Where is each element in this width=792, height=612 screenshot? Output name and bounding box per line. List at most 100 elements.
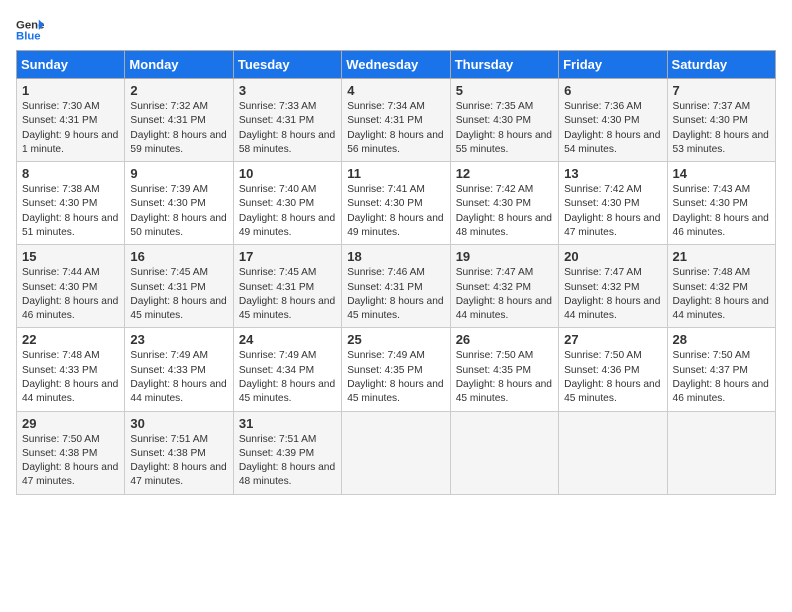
day-number: 31	[239, 416, 336, 431]
day-number: 18	[347, 249, 444, 264]
calendar-cell: 23 Sunrise: 7:49 AM Sunset: 4:33 PM Dayl…	[125, 328, 233, 411]
cell-content: Sunrise: 7:50 AM Sunset: 4:37 PM Dayligh…	[673, 349, 770, 406]
day-number: 22	[22, 332, 119, 347]
calendar-cell: 10 Sunrise: 7:40 AM Sunset: 4:30 PM Dayl…	[233, 162, 341, 245]
calendar-cell: 24 Sunrise: 7:49 AM Sunset: 4:34 PM Dayl…	[233, 328, 341, 411]
cell-content: Sunrise: 7:51 AM Sunset: 4:38 PM Dayligh…	[130, 433, 227, 490]
cell-content: Sunrise: 7:42 AM Sunset: 4:30 PM Dayligh…	[564, 183, 661, 240]
calendar-cell: 11 Sunrise: 7:41 AM Sunset: 4:30 PM Dayl…	[342, 162, 450, 245]
cell-content: Sunrise: 7:45 AM Sunset: 4:31 PM Dayligh…	[130, 266, 227, 323]
svg-text:Blue: Blue	[16, 31, 41, 43]
day-number: 6	[564, 83, 661, 98]
cell-content: Sunrise: 7:43 AM Sunset: 4:30 PM Dayligh…	[673, 183, 770, 240]
cell-content: Sunrise: 7:36 AM Sunset: 4:30 PM Dayligh…	[564, 100, 661, 157]
day-number: 12	[456, 166, 553, 181]
calendar-header-row: SundayMondayTuesdayWednesdayThursdayFrid…	[17, 51, 776, 79]
calendar-cell: 12 Sunrise: 7:42 AM Sunset: 4:30 PM Dayl…	[450, 162, 558, 245]
cell-content: Sunrise: 7:49 AM Sunset: 4:35 PM Dayligh…	[347, 349, 444, 406]
calendar-cell	[450, 411, 558, 494]
calendar-cell: 28 Sunrise: 7:50 AM Sunset: 4:37 PM Dayl…	[667, 328, 775, 411]
calendar-week-2: 8 Sunrise: 7:38 AM Sunset: 4:30 PM Dayli…	[17, 162, 776, 245]
calendar-week-4: 22 Sunrise: 7:48 AM Sunset: 4:33 PM Dayl…	[17, 328, 776, 411]
logo-icon: General Blue	[16, 16, 44, 44]
day-number: 17	[239, 249, 336, 264]
calendar-body: 1 Sunrise: 7:30 AM Sunset: 4:31 PM Dayli…	[17, 79, 776, 495]
cell-content: Sunrise: 7:30 AM Sunset: 4:31 PM Dayligh…	[22, 100, 119, 157]
calendar-cell: 26 Sunrise: 7:50 AM Sunset: 4:35 PM Dayl…	[450, 328, 558, 411]
day-header-wednesday: Wednesday	[342, 51, 450, 79]
day-number: 29	[22, 416, 119, 431]
cell-content: Sunrise: 7:44 AM Sunset: 4:30 PM Dayligh…	[22, 266, 119, 323]
day-number: 2	[130, 83, 227, 98]
calendar-cell: 19 Sunrise: 7:47 AM Sunset: 4:32 PM Dayl…	[450, 245, 558, 328]
day-header-saturday: Saturday	[667, 51, 775, 79]
day-number: 15	[22, 249, 119, 264]
calendar-cell: 4 Sunrise: 7:34 AM Sunset: 4:31 PM Dayli…	[342, 79, 450, 162]
day-number: 8	[22, 166, 119, 181]
calendar-cell	[342, 411, 450, 494]
cell-content: Sunrise: 7:51 AM Sunset: 4:39 PM Dayligh…	[239, 433, 336, 490]
cell-content: Sunrise: 7:41 AM Sunset: 4:30 PM Dayligh…	[347, 183, 444, 240]
calendar-cell: 22 Sunrise: 7:48 AM Sunset: 4:33 PM Dayl…	[17, 328, 125, 411]
cell-content: Sunrise: 7:38 AM Sunset: 4:30 PM Dayligh…	[22, 183, 119, 240]
day-number: 7	[673, 83, 770, 98]
calendar-table: SundayMondayTuesdayWednesdayThursdayFrid…	[16, 50, 776, 495]
calendar-cell: 2 Sunrise: 7:32 AM Sunset: 4:31 PM Dayli…	[125, 79, 233, 162]
calendar-cell: 30 Sunrise: 7:51 AM Sunset: 4:38 PM Dayl…	[125, 411, 233, 494]
day-number: 1	[22, 83, 119, 98]
day-number: 16	[130, 249, 227, 264]
calendar-cell: 29 Sunrise: 7:50 AM Sunset: 4:38 PM Dayl…	[17, 411, 125, 494]
cell-content: Sunrise: 7:47 AM Sunset: 4:32 PM Dayligh…	[564, 266, 661, 323]
calendar-cell: 15 Sunrise: 7:44 AM Sunset: 4:30 PM Dayl…	[17, 245, 125, 328]
day-number: 19	[456, 249, 553, 264]
day-number: 30	[130, 416, 227, 431]
cell-content: Sunrise: 7:48 AM Sunset: 4:33 PM Dayligh…	[22, 349, 119, 406]
cell-content: Sunrise: 7:47 AM Sunset: 4:32 PM Dayligh…	[456, 266, 553, 323]
calendar-cell: 18 Sunrise: 7:46 AM Sunset: 4:31 PM Dayl…	[342, 245, 450, 328]
day-number: 25	[347, 332, 444, 347]
day-number: 20	[564, 249, 661, 264]
calendar-cell: 9 Sunrise: 7:39 AM Sunset: 4:30 PM Dayli…	[125, 162, 233, 245]
cell-content: Sunrise: 7:49 AM Sunset: 4:34 PM Dayligh…	[239, 349, 336, 406]
calendar-cell: 8 Sunrise: 7:38 AM Sunset: 4:30 PM Dayli…	[17, 162, 125, 245]
calendar-week-3: 15 Sunrise: 7:44 AM Sunset: 4:30 PM Dayl…	[17, 245, 776, 328]
day-number: 23	[130, 332, 227, 347]
logo: General Blue	[16, 16, 44, 44]
cell-content: Sunrise: 7:33 AM Sunset: 4:31 PM Dayligh…	[239, 100, 336, 157]
cell-content: Sunrise: 7:50 AM Sunset: 4:36 PM Dayligh…	[564, 349, 661, 406]
calendar-cell: 1 Sunrise: 7:30 AM Sunset: 4:31 PM Dayli…	[17, 79, 125, 162]
calendar-cell: 25 Sunrise: 7:49 AM Sunset: 4:35 PM Dayl…	[342, 328, 450, 411]
day-number: 21	[673, 249, 770, 264]
calendar-week-5: 29 Sunrise: 7:50 AM Sunset: 4:38 PM Dayl…	[17, 411, 776, 494]
day-header-sunday: Sunday	[17, 51, 125, 79]
cell-content: Sunrise: 7:45 AM Sunset: 4:31 PM Dayligh…	[239, 266, 336, 323]
cell-content: Sunrise: 7:35 AM Sunset: 4:30 PM Dayligh…	[456, 100, 553, 157]
cell-content: Sunrise: 7:34 AM Sunset: 4:31 PM Dayligh…	[347, 100, 444, 157]
day-number: 11	[347, 166, 444, 181]
day-header-thursday: Thursday	[450, 51, 558, 79]
calendar-cell: 21 Sunrise: 7:48 AM Sunset: 4:32 PM Dayl…	[667, 245, 775, 328]
day-number: 10	[239, 166, 336, 181]
cell-content: Sunrise: 7:32 AM Sunset: 4:31 PM Dayligh…	[130, 100, 227, 157]
calendar-cell	[559, 411, 667, 494]
day-number: 28	[673, 332, 770, 347]
page-header: General Blue	[16, 16, 776, 44]
day-number: 9	[130, 166, 227, 181]
calendar-week-1: 1 Sunrise: 7:30 AM Sunset: 4:31 PM Dayli…	[17, 79, 776, 162]
calendar-cell: 3 Sunrise: 7:33 AM Sunset: 4:31 PM Dayli…	[233, 79, 341, 162]
calendar-cell: 5 Sunrise: 7:35 AM Sunset: 4:30 PM Dayli…	[450, 79, 558, 162]
calendar-cell	[667, 411, 775, 494]
cell-content: Sunrise: 7:37 AM Sunset: 4:30 PM Dayligh…	[673, 100, 770, 157]
cell-content: Sunrise: 7:42 AM Sunset: 4:30 PM Dayligh…	[456, 183, 553, 240]
calendar-cell: 20 Sunrise: 7:47 AM Sunset: 4:32 PM Dayl…	[559, 245, 667, 328]
day-number: 26	[456, 332, 553, 347]
day-number: 27	[564, 332, 661, 347]
day-header-tuesday: Tuesday	[233, 51, 341, 79]
day-number: 14	[673, 166, 770, 181]
calendar-cell: 31 Sunrise: 7:51 AM Sunset: 4:39 PM Dayl…	[233, 411, 341, 494]
calendar-cell: 14 Sunrise: 7:43 AM Sunset: 4:30 PM Dayl…	[667, 162, 775, 245]
cell-content: Sunrise: 7:39 AM Sunset: 4:30 PM Dayligh…	[130, 183, 227, 240]
day-number: 24	[239, 332, 336, 347]
day-number: 3	[239, 83, 336, 98]
cell-content: Sunrise: 7:40 AM Sunset: 4:30 PM Dayligh…	[239, 183, 336, 240]
